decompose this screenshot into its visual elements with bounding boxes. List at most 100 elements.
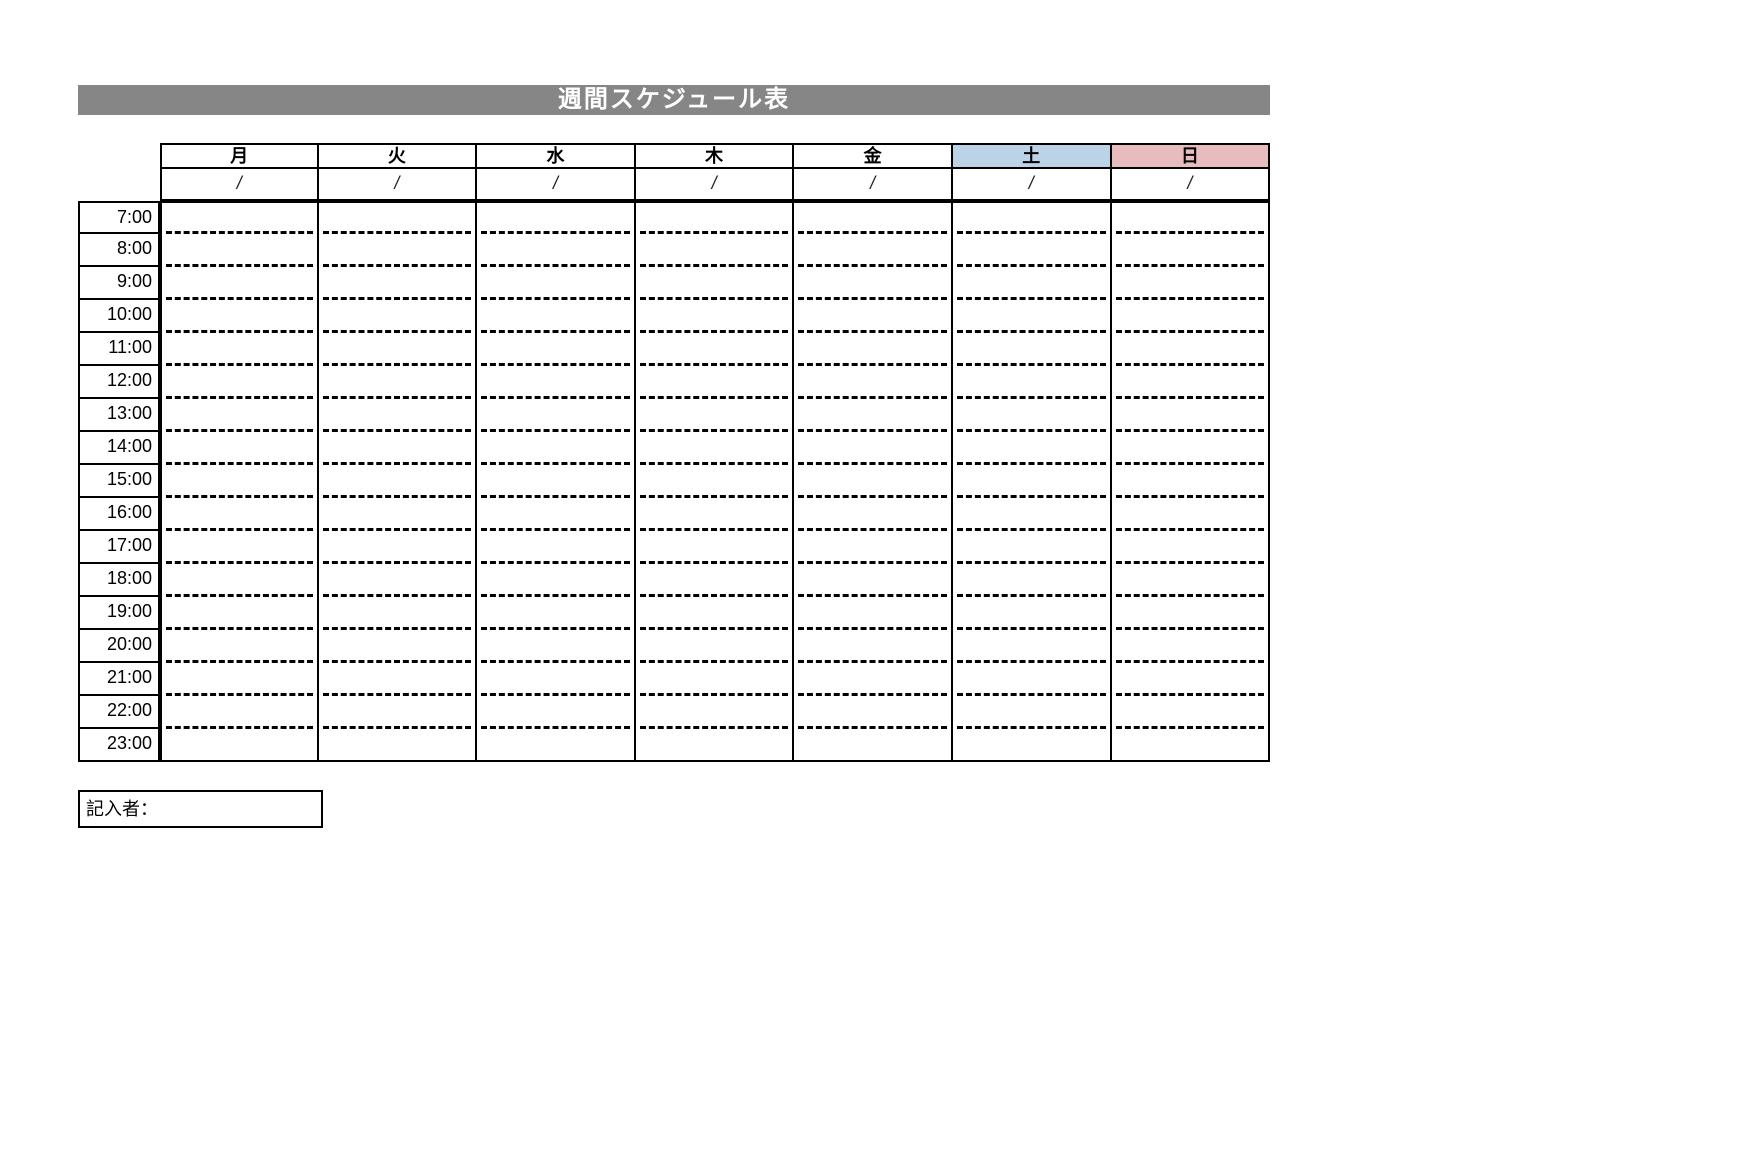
schedule-slot[interactable] xyxy=(636,729,795,762)
schedule-slot[interactable] xyxy=(794,366,953,399)
schedule-slot[interactable] xyxy=(636,564,795,597)
schedule-slot[interactable] xyxy=(1112,432,1271,465)
schedule-slot[interactable] xyxy=(477,498,636,531)
schedule-slot[interactable] xyxy=(1112,300,1271,333)
schedule-slot[interactable] xyxy=(319,663,478,696)
schedule-slot[interactable] xyxy=(1112,498,1271,531)
schedule-slot[interactable] xyxy=(794,663,953,696)
schedule-slot[interactable] xyxy=(319,300,478,333)
schedule-slot[interactable] xyxy=(160,432,319,465)
schedule-slot[interactable] xyxy=(794,597,953,630)
schedule-slot[interactable] xyxy=(953,663,1112,696)
schedule-slot[interactable] xyxy=(319,564,478,597)
schedule-slot[interactable] xyxy=(953,597,1112,630)
schedule-slot[interactable] xyxy=(319,399,478,432)
schedule-slot[interactable] xyxy=(794,531,953,564)
schedule-slot[interactable] xyxy=(319,696,478,729)
schedule-slot[interactable] xyxy=(477,696,636,729)
schedule-slot[interactable] xyxy=(636,201,795,234)
schedule-slot[interactable] xyxy=(794,465,953,498)
schedule-slot[interactable] xyxy=(160,399,319,432)
schedule-slot[interactable] xyxy=(1112,201,1271,234)
schedule-slot[interactable] xyxy=(477,399,636,432)
schedule-slot[interactable] xyxy=(1112,465,1271,498)
schedule-slot[interactable] xyxy=(953,399,1112,432)
schedule-slot[interactable] xyxy=(319,234,478,267)
schedule-slot[interactable] xyxy=(636,597,795,630)
schedule-slot[interactable] xyxy=(477,663,636,696)
schedule-slot[interactable] xyxy=(636,366,795,399)
schedule-slot[interactable] xyxy=(319,729,478,762)
schedule-slot[interactable] xyxy=(477,531,636,564)
schedule-slot[interactable] xyxy=(1112,597,1271,630)
schedule-slot[interactable] xyxy=(1112,564,1271,597)
schedule-slot[interactable] xyxy=(636,432,795,465)
schedule-slot[interactable] xyxy=(794,300,953,333)
schedule-slot[interactable] xyxy=(1112,366,1271,399)
schedule-slot[interactable] xyxy=(636,696,795,729)
schedule-slot[interactable] xyxy=(160,333,319,366)
schedule-slot[interactable] xyxy=(953,564,1112,597)
schedule-slot[interactable] xyxy=(636,399,795,432)
schedule-slot[interactable] xyxy=(953,333,1112,366)
date-cell-sun[interactable]: / xyxy=(1112,169,1271,201)
schedule-slot[interactable] xyxy=(160,465,319,498)
schedule-slot[interactable] xyxy=(319,201,478,234)
schedule-slot[interactable] xyxy=(319,333,478,366)
schedule-slot[interactable] xyxy=(477,564,636,597)
schedule-slot[interactable] xyxy=(794,333,953,366)
schedule-slot[interactable] xyxy=(160,729,319,762)
schedule-slot[interactable] xyxy=(636,267,795,300)
schedule-slot[interactable] xyxy=(636,663,795,696)
schedule-slot[interactable] xyxy=(953,531,1112,564)
schedule-slot[interactable] xyxy=(477,201,636,234)
schedule-slot[interactable] xyxy=(477,234,636,267)
schedule-slot[interactable] xyxy=(1112,729,1271,762)
schedule-slot[interactable] xyxy=(160,498,319,531)
schedule-slot[interactable] xyxy=(953,432,1112,465)
schedule-slot[interactable] xyxy=(1112,267,1271,300)
schedule-slot[interactable] xyxy=(953,729,1112,762)
schedule-slot[interactable] xyxy=(160,366,319,399)
schedule-slot[interactable] xyxy=(794,564,953,597)
schedule-slot[interactable] xyxy=(160,234,319,267)
schedule-slot[interactable] xyxy=(319,597,478,630)
schedule-slot[interactable] xyxy=(953,201,1112,234)
schedule-slot[interactable] xyxy=(953,498,1112,531)
schedule-slot[interactable] xyxy=(319,465,478,498)
schedule-slot[interactable] xyxy=(636,333,795,366)
schedule-slot[interactable] xyxy=(319,267,478,300)
schedule-slot[interactable] xyxy=(636,300,795,333)
schedule-slot[interactable] xyxy=(953,465,1112,498)
schedule-slot[interactable] xyxy=(1112,234,1271,267)
schedule-slot[interactable] xyxy=(1112,399,1271,432)
schedule-slot[interactable] xyxy=(160,696,319,729)
schedule-slot[interactable] xyxy=(477,630,636,663)
schedule-slot[interactable] xyxy=(794,399,953,432)
schedule-slot[interactable] xyxy=(636,234,795,267)
schedule-slot[interactable] xyxy=(794,498,953,531)
schedule-slot[interactable] xyxy=(636,531,795,564)
schedule-slot[interactable] xyxy=(953,366,1112,399)
schedule-slot[interactable] xyxy=(160,663,319,696)
schedule-slot[interactable] xyxy=(477,366,636,399)
schedule-slot[interactable] xyxy=(1112,333,1271,366)
schedule-slot[interactable] xyxy=(953,630,1112,663)
schedule-slot[interactable] xyxy=(477,729,636,762)
schedule-slot[interactable] xyxy=(477,432,636,465)
schedule-slot[interactable] xyxy=(953,300,1112,333)
date-cell-sat[interactable]: / xyxy=(953,169,1112,201)
schedule-slot[interactable] xyxy=(953,267,1112,300)
schedule-slot[interactable] xyxy=(1112,531,1271,564)
date-cell-mon[interactable]: / xyxy=(160,169,319,201)
schedule-slot[interactable] xyxy=(319,531,478,564)
schedule-slot[interactable] xyxy=(477,333,636,366)
date-cell-thu[interactable]: / xyxy=(636,169,795,201)
schedule-slot[interactable] xyxy=(319,498,478,531)
schedule-slot[interactable] xyxy=(319,366,478,399)
schedule-slot[interactable] xyxy=(477,267,636,300)
schedule-slot[interactable] xyxy=(794,630,953,663)
schedule-slot[interactable] xyxy=(794,696,953,729)
schedule-slot[interactable] xyxy=(160,300,319,333)
schedule-slot[interactable] xyxy=(794,432,953,465)
